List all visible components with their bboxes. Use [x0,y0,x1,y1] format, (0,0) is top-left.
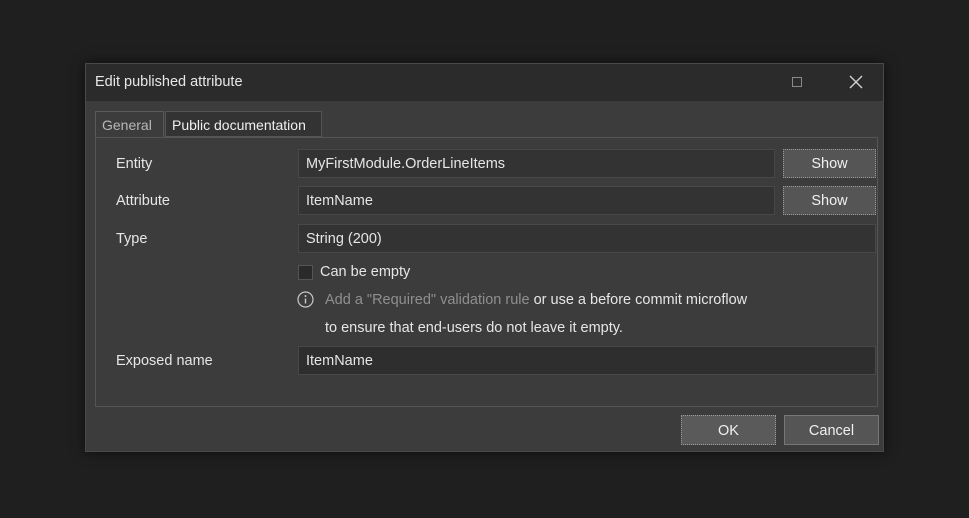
can-be-empty-checkbox[interactable] [298,265,313,280]
maximize-icon[interactable] [792,77,802,87]
info-text-line2: to ensure that end-users do not leave it… [325,320,623,336]
exposed-name-label: Exposed name [116,353,213,369]
entity-label: Entity [116,156,153,172]
dialog-titlebar: Edit published attribute [86,64,883,101]
tab-general[interactable]: General [95,111,164,137]
attribute-field[interactable]: ItemName [298,186,775,215]
close-icon[interactable] [848,74,864,90]
type-field: String (200) [298,224,876,253]
ok-button[interactable]: OK [681,415,776,445]
cancel-button[interactable]: Cancel [784,415,879,445]
attribute-label: Attribute [116,193,170,209]
info-text-rest: or use a before commit microflow [529,292,748,308]
attribute-show-button[interactable]: Show [783,186,876,215]
can-be-empty-label[interactable]: Can be empty [320,264,410,280]
dialog-title: Edit published attribute [95,74,243,90]
type-label: Type [116,231,148,247]
entity-show-button[interactable]: Show [783,149,876,178]
info-text-line1: Add a "Required" validation rule or use … [325,292,747,308]
info-icon [297,291,314,308]
tab-public-documentation[interactable]: Public documentation [165,111,322,137]
edit-published-attribute-dialog: Edit published attribute General Public … [85,63,884,452]
general-panel: Entity MyFirstModule.OrderLineItems Show… [95,137,878,407]
required-validation-rule-link[interactable]: Add a "Required" validation rule [325,292,530,308]
exposed-name-field[interactable]: ItemName [298,346,876,375]
entity-field[interactable]: MyFirstModule.OrderLineItems [298,149,775,178]
